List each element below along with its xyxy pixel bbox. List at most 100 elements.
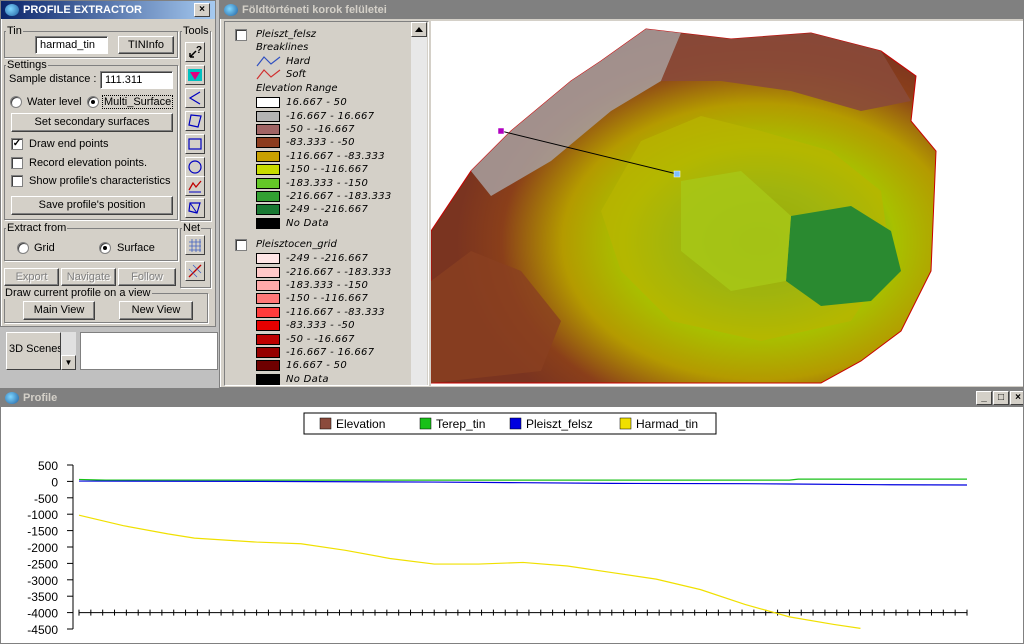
elevation-range-item: No Data xyxy=(256,217,329,230)
export-button[interactable]: Export xyxy=(4,268,59,286)
draw-end-points-label: Draw end points xyxy=(29,138,109,150)
grid-range-swatch xyxy=(256,279,280,291)
grid-range-label: -16.667 - 16.667 xyxy=(286,346,375,358)
scroll-down-button[interactable]: ▼ xyxy=(61,355,76,370)
net-draw-icon xyxy=(188,264,202,278)
legend-swatch-elevation xyxy=(319,417,332,430)
grid-range-label: -249 - -216.667 xyxy=(286,253,369,265)
elevation-range-item: -216.667 - -183.333 xyxy=(256,190,392,203)
scenes-list-label: 3D Scenes xyxy=(9,343,61,355)
grid-range-label: -116.667 - -83.333 xyxy=(286,306,385,318)
elevation-range-item: -183.333 - -150 xyxy=(256,176,368,189)
navigate-button[interactable]: Navigate xyxy=(61,268,116,286)
net-group-label: Net xyxy=(182,222,202,234)
legend-scroll-up-button[interactable] xyxy=(411,22,427,37)
elevation-range-swatch xyxy=(256,217,280,229)
theme2-name[interactable]: Pleisztocen_grid xyxy=(256,239,337,250)
profile-title: Profile xyxy=(23,392,58,404)
draw-profile-label: Draw current profile on a view xyxy=(4,287,152,299)
view-title: Földtörténeti korok felületei xyxy=(242,4,387,16)
elevation-range-swatch xyxy=(256,190,280,202)
profile-line-tool[interactable] xyxy=(185,176,205,196)
record-elevation-label: Record elevation points. xyxy=(29,157,148,169)
new-view-button[interactable]: New View xyxy=(119,301,193,320)
volume-tool[interactable] xyxy=(185,65,205,85)
tininfo-button[interactable]: TINInfo xyxy=(118,36,174,54)
profile-extractor-titlebar[interactable]: PROFILE EXTRACTOR × xyxy=(1,1,215,19)
rectangle-tool[interactable] xyxy=(185,134,205,154)
elevation-range-label: -83.333 - -50 xyxy=(286,137,355,149)
multi-surface-radio[interactable] xyxy=(87,96,99,108)
grid-range-swatch xyxy=(256,333,280,345)
net-grid-tool[interactable] xyxy=(185,235,205,255)
record-elevation-checkbox[interactable] xyxy=(11,157,23,169)
legend-panel[interactable]: Pleiszt_felsz Breaklines Hard Soft Eleva… xyxy=(224,21,429,386)
grid-range-label: No Data xyxy=(286,373,329,385)
legend-scrollbar[interactable] xyxy=(411,22,427,385)
water-level-radio[interactable] xyxy=(10,96,22,108)
grid-range-label: -83.333 - -50 xyxy=(286,320,355,332)
clip-polygon-tool[interactable] xyxy=(185,198,205,218)
legend-swatch-pleiszt_felsz xyxy=(509,417,522,430)
sample-distance-field[interactable]: 111.311 xyxy=(100,71,173,89)
circle-tool[interactable] xyxy=(185,157,205,177)
polyline-tool[interactable] xyxy=(185,88,205,108)
profile-titlebar[interactable]: Profile _ □ × xyxy=(1,389,1023,407)
minimize-button[interactable]: _ xyxy=(976,391,992,405)
identify-tool[interactable]: ? xyxy=(185,42,205,62)
draw-end-points-checkbox[interactable]: ✓ xyxy=(11,138,23,150)
elevation-surface-map xyxy=(431,28,937,384)
profile-end-point[interactable] xyxy=(673,170,681,178)
scenes-list-item[interactable]: 3D Scenes xyxy=(6,332,61,370)
grid-range-swatch xyxy=(256,266,280,278)
y-tick-label: -2000 xyxy=(27,541,58,555)
polygon-tool[interactable] xyxy=(185,111,205,131)
maximize-button[interactable]: □ xyxy=(993,391,1009,405)
hard-label: Hard xyxy=(286,56,311,67)
legend-label-harmad_tin: Harmad_tin xyxy=(636,417,698,431)
surface-radio[interactable] xyxy=(99,242,111,254)
elevation-range-swatch xyxy=(256,150,280,162)
grid-range-item: -50 - -16.667 xyxy=(256,332,355,345)
grid-range-item: -16.667 - 16.667 xyxy=(256,346,374,359)
grid-range-label: 16.667 - 50 xyxy=(286,360,347,372)
set-secondary-surfaces-button[interactable]: Set secondary surfaces xyxy=(11,113,173,132)
circle-icon xyxy=(188,160,202,174)
water-level-label: Water level xyxy=(27,96,82,108)
elevation-range-label: No Data xyxy=(286,217,329,229)
elevation-range-swatch xyxy=(256,164,280,176)
grid-range-item: -150 - -116.667 xyxy=(256,292,368,305)
theme1-name[interactable]: Pleiszt_felsz xyxy=(256,29,316,40)
main-view-button[interactable]: Main View xyxy=(23,301,95,320)
grid-range-label: -150 - -116.667 xyxy=(286,293,369,305)
soft-breakline-symbol xyxy=(256,69,281,80)
grid-range-swatch xyxy=(256,346,280,358)
close-button[interactable]: × xyxy=(194,3,210,17)
view-titlebar[interactable]: Földtörténeti korok felületei xyxy=(220,1,1023,19)
theme2-visibility-checkbox[interactable] xyxy=(235,239,247,251)
breaklines-heading: Breaklines xyxy=(256,42,309,53)
app-globe-icon xyxy=(5,4,19,16)
grid-range-item: -83.333 - -50 xyxy=(256,319,355,332)
theme1-visibility-checkbox[interactable] xyxy=(235,29,247,41)
profile-close-button[interactable]: × xyxy=(1010,391,1023,405)
show-characteristics-checkbox[interactable] xyxy=(11,175,23,187)
profile-window: Profile _ □ × Elevation Terep_tin Pleiszt_… xyxy=(0,388,1024,644)
elevation-range-item: 16.667 - 50 xyxy=(256,96,347,109)
scenes-scrollbar[interactable]: ▼ xyxy=(61,332,76,370)
tin-name-field[interactable]: harmad_tin xyxy=(35,36,108,54)
grid-range-item: -183.333 - -150 xyxy=(256,279,368,292)
follow-button[interactable]: Follow xyxy=(118,268,176,286)
profile-chart-area[interactable]: Elevation Terep_tin Pleiszt_felsz Harmad_ti… xyxy=(1,407,1023,643)
y-tick-label: -1000 xyxy=(27,508,58,522)
save-profile-position-button[interactable]: Save profile's position xyxy=(11,196,173,215)
net-draw-tool[interactable] xyxy=(185,261,205,281)
map-canvas[interactable] xyxy=(431,21,1023,386)
sample-distance-label: Sample distance : xyxy=(9,73,97,85)
scenes-list-area[interactable] xyxy=(80,332,218,370)
grid-radio[interactable] xyxy=(17,242,29,254)
elevation-range-label: -150 - -116.667 xyxy=(286,164,369,176)
profile-start-point[interactable] xyxy=(497,127,505,135)
settings-group-label: Settings xyxy=(6,59,48,71)
chevron-up-icon xyxy=(415,27,423,32)
